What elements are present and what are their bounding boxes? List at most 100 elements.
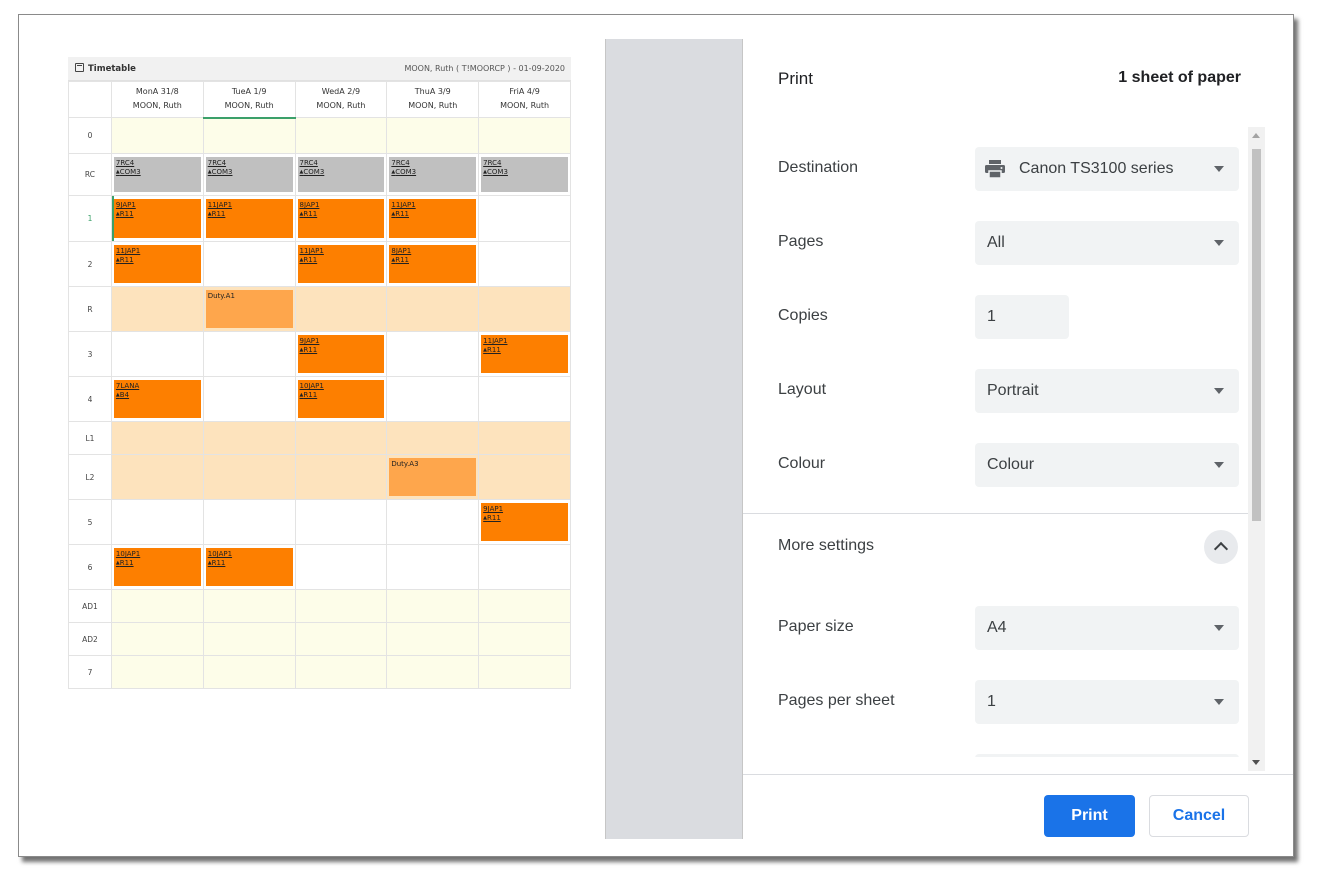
lesson-room: R11 [116, 559, 199, 568]
timetable-cell [202, 655, 296, 689]
timetable-cell: 7RC4COM3 [202, 153, 296, 196]
lesson-block: 10JAP1R11 [297, 380, 385, 418]
destination-select[interactable]: Canon TS3100 series [975, 147, 1239, 191]
period-label: 2 [68, 241, 112, 287]
paper-size-label: Paper size [778, 618, 854, 635]
partially-visible-select[interactable] [975, 754, 1239, 757]
period-row: 2 11JAP1R11 11JAP1R11 8JAP1R11 [68, 241, 571, 287]
timetable-cell: 11JAP1R11 [478, 331, 571, 377]
scroll-down-arrow-icon[interactable] [1252, 760, 1260, 765]
dropdown-arrow-icon [1214, 625, 1224, 631]
lesson-class: 9JAP1 [299, 337, 320, 345]
timetable-cell [110, 622, 204, 656]
lesson-room: R11 [391, 210, 474, 219]
timetable-header: Timetable MOON, Ruth ( T!MOORCP ) - 01-0… [68, 57, 571, 81]
copies-label: Copies [778, 307, 828, 324]
timetable-cell: 7RC4COM3 [110, 153, 204, 196]
day-name: MonA 31/8 [135, 87, 179, 96]
timetable-grid: MonA 31/8 MOON, Ruth TueA 1/9 MOON, Ruth W… [68, 81, 571, 689]
lesson-class: 11JAP1 [207, 201, 233, 209]
timetable-cell: 11JAP1R11 [202, 195, 296, 242]
sheet-count: 1 sheet of paper [1118, 69, 1241, 86]
timetable-cell [294, 655, 388, 689]
corner-cell [68, 81, 112, 118]
period-row: L1 [68, 421, 571, 455]
day-header: ThuA 3/9 MOON, Ruth [386, 81, 480, 118]
more-settings-row[interactable]: More settings [778, 525, 1240, 569]
lesson-room: R11 [208, 210, 291, 219]
timetable-cell: 11JAP1R11 [294, 241, 388, 287]
timetable-owner: MOON, Ruth ( T!MOORCP ) - 01-09-2020 [404, 64, 565, 73]
copies-input[interactable]: 1 [975, 295, 1069, 339]
lesson-block: 7RC4COM3 [297, 157, 385, 192]
printer-icon [985, 160, 1005, 178]
period-row: R Duty.A1 [68, 286, 571, 332]
paper-size-row: Paper size A4 [778, 606, 1240, 650]
period-row: 4 7LANAB4 10JAP1R11 [68, 376, 571, 422]
lesson-class: 11JAP1 [483, 337, 508, 345]
lesson-block: 7RC4COM3 [481, 157, 568, 192]
scroll-thumb[interactable] [1252, 149, 1261, 521]
timetable-cell: Duty.A1 [202, 286, 296, 332]
timetable-cell: 7LANAB4 [110, 376, 204, 422]
timetable-cell [294, 286, 388, 332]
lesson-class: 11JAP1 [115, 247, 141, 255]
timetable-cell [110, 655, 204, 689]
timetable-cell [110, 286, 204, 332]
preview-gutter [605, 39, 743, 839]
period-label: AD1 [68, 589, 112, 623]
timetable-cell [202, 622, 296, 656]
print-title: Print [778, 69, 813, 88]
period-label: L1 [68, 421, 112, 455]
layout-value: Portrait [987, 382, 1039, 399]
paper-size-select[interactable]: A4 [975, 606, 1239, 650]
timetable-cell [386, 117, 480, 154]
print-button[interactable]: Print [1044, 795, 1135, 837]
lesson-block: 9JAP1R11 [297, 335, 385, 373]
pages-per-sheet-label: Pages per sheet [778, 692, 895, 709]
copies-row: Copies 1 [778, 295, 1240, 339]
timetable-cell [202, 241, 296, 287]
lesson-room: COM3 [483, 168, 566, 177]
timetable-cell [202, 454, 296, 500]
timetable-title-text: Timetable [88, 64, 136, 74]
timetable-cell [294, 454, 388, 500]
scroll-up-arrow-icon[interactable] [1252, 133, 1260, 138]
period-label: 6 [68, 544, 112, 590]
day-teacher: MOON, Ruth [316, 101, 366, 110]
collapse-more-settings-button[interactable] [1204, 530, 1238, 564]
cancel-button[interactable]: Cancel [1149, 795, 1249, 837]
dropdown-arrow-icon [1214, 462, 1224, 468]
more-settings-label: More settings [778, 537, 875, 554]
lesson-class: 8JAP1 [299, 201, 320, 209]
timetable-cell [294, 589, 388, 623]
lesson-room: R11 [208, 559, 291, 568]
timetable-cell: 11JAP1R11 [110, 241, 204, 287]
settings-scrollbar[interactable] [1248, 127, 1265, 771]
day-header-today: TueA 1/9 MOON, Ruth [202, 81, 296, 119]
pages-per-sheet-select[interactable]: 1 [975, 680, 1239, 724]
duty-block: Duty.A3 [389, 458, 477, 496]
colour-value: Colour [987, 456, 1035, 473]
lesson-class: 9JAP1 [483, 505, 504, 513]
pages-select[interactable]: All [975, 221, 1239, 265]
timetable-cell: 7RC4COM3 [478, 153, 571, 196]
lesson-room: COM3 [300, 168, 383, 177]
layout-select[interactable]: Portrait [975, 369, 1239, 413]
day-name: FriA 4/9 [509, 87, 540, 96]
period-label-current: 1 [68, 195, 112, 242]
settings-list: Destination Canon TS3100 series Pages Al… [743, 109, 1265, 757]
period-row: RC 7RC4COM3 7RC4COM3 7RC4COM3 7RC4COM3 7… [68, 153, 571, 196]
lesson-block: 9JAP1R11 [481, 503, 568, 541]
timetable-cell [110, 331, 204, 377]
pages-value: All [987, 234, 1005, 251]
timetable-cell [386, 499, 480, 545]
period-row: 7 [68, 655, 571, 689]
period-row: 6 10JAP1R11 10JAP1R11 [68, 544, 571, 590]
day-teacher: MOON, Ruth [224, 101, 274, 110]
colour-row: Colour Colour [778, 443, 1240, 487]
timetable-cell [478, 454, 571, 500]
colour-select[interactable]: Colour [975, 443, 1239, 487]
lesson-block: 9JAP1R11 [113, 199, 201, 238]
lesson-block: 11JAP1R11 [297, 245, 385, 283]
